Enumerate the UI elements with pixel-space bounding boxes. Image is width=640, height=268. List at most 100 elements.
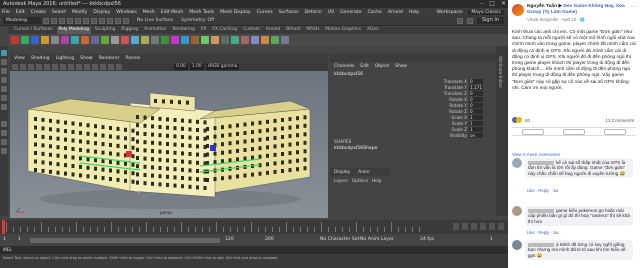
channel-value-field[interactable]: 0 bbox=[469, 90, 483, 96]
new-scene-icon[interactable] bbox=[43, 17, 49, 24]
menu-deform[interactable]: Deform bbox=[305, 10, 322, 15]
go-start-icon[interactable] bbox=[453, 223, 459, 230]
channel-value-field[interactable]: 0 bbox=[469, 102, 483, 108]
current-time-marker[interactable] bbox=[2, 220, 5, 234]
shelf-tab-motion-graphics[interactable]: Motion Graphics bbox=[323, 27, 363, 34]
shelf-tool-icon[interactable] bbox=[41, 36, 49, 44]
snap-point-icon[interactable] bbox=[123, 17, 129, 24]
shelf-tool-icon[interactable] bbox=[51, 36, 59, 44]
shelf-tool-icon[interactable] bbox=[111, 36, 119, 44]
menu-mesh-display[interactable]: Mesh Display bbox=[220, 10, 251, 15]
command-line[interactable]: MEL bbox=[0, 246, 508, 254]
current-frame-field[interactable]: 1 bbox=[490, 237, 493, 242]
attribute-editor-strip[interactable]: Attribute Editor bbox=[496, 46, 508, 216]
layers-menu[interactable]: Layers bbox=[334, 178, 348, 183]
viewport-menu-view[interactable]: View bbox=[14, 56, 25, 61]
menu-mesh[interactable]: Mesh bbox=[143, 10, 155, 15]
poster-name[interactable]: Nguyễn Tuấn bbox=[527, 4, 557, 9]
range-start-field[interactable]: 1 bbox=[3, 237, 6, 242]
shelf-tool-icon[interactable] bbox=[231, 36, 239, 44]
menu-curves[interactable]: Curves bbox=[257, 10, 273, 15]
options-menu[interactable]: Options bbox=[352, 178, 368, 183]
commenter-avatar[interactable] bbox=[512, 158, 522, 168]
textured-icon[interactable] bbox=[84, 63, 90, 70]
like-button[interactable] bbox=[521, 128, 544, 135]
menu-file[interactable]: File bbox=[2, 10, 10, 15]
scale-tool-icon[interactable] bbox=[1, 95, 7, 101]
shelf-tab-curves-surfaces[interactable]: Curves / Surfaces bbox=[12, 27, 55, 34]
range-start2-field[interactable]: 1 bbox=[18, 237, 21, 242]
shelf-tool-icon[interactable] bbox=[81, 36, 89, 44]
channel-value-field[interactable]: 0 bbox=[469, 108, 483, 114]
snap-curve-icon[interactable] bbox=[115, 17, 121, 24]
shelf-tool-icon[interactable] bbox=[171, 36, 179, 44]
shelf-tool-icon[interactable] bbox=[281, 36, 289, 44]
share-button[interactable] bbox=[604, 128, 627, 135]
xray-icon[interactable] bbox=[108, 63, 114, 70]
layout-four-icon[interactable] bbox=[1, 130, 7, 136]
layout-side-icon[interactable] bbox=[1, 139, 7, 145]
shelf-tab-sculpting[interactable]: Sculpting bbox=[93, 27, 118, 34]
commenter-name[interactable] bbox=[528, 208, 554, 213]
select-hierarchy-icon[interactable] bbox=[83, 17, 89, 24]
lasso-tool-icon[interactable] bbox=[1, 59, 7, 65]
viewport-menu-lighting[interactable]: Lighting bbox=[56, 56, 75, 61]
menu-cache[interactable]: Cache bbox=[368, 10, 382, 15]
workspace-value[interactable]: Maya Classic bbox=[468, 9, 504, 15]
shadows-icon[interactable] bbox=[100, 63, 106, 70]
commenter-avatar[interactable] bbox=[512, 240, 522, 250]
shelf-tab-fx-caching[interactable]: FX Caching bbox=[210, 27, 239, 34]
camera-select-icon[interactable] bbox=[12, 63, 18, 70]
shelf-tool-icon[interactable] bbox=[91, 36, 99, 44]
paint-select-icon[interactable] bbox=[1, 68, 7, 74]
fps-dropdown[interactable]: 24 fps bbox=[420, 237, 434, 242]
building-model[interactable] bbox=[10, 71, 328, 218]
live-surface[interactable]: No Live Surface bbox=[137, 18, 173, 23]
symmetry-setting[interactable]: Symmetry: Off bbox=[181, 18, 214, 23]
comment-reply-link[interactable]: Reply bbox=[538, 188, 549, 193]
menu-generate[interactable]: Generate bbox=[340, 10, 361, 15]
mode-dropdown[interactable]: Modeling bbox=[3, 17, 41, 24]
channel-value-field[interactable]: 0 bbox=[469, 96, 483, 102]
anim-layer-dropdown[interactable]: No Anim Layer bbox=[360, 237, 394, 242]
range-mid-field[interactable]: 120 bbox=[225, 237, 234, 242]
shelf-tool-icon[interactable] bbox=[11, 36, 19, 44]
tab-anim[interactable]: Anim bbox=[358, 170, 369, 175]
shelf-tab-arnold[interactable]: Arnold bbox=[264, 27, 282, 34]
commenter-avatar[interactable] bbox=[512, 206, 522, 216]
maximize-button[interactable]: □ bbox=[489, 0, 495, 7]
channel-menu-channels[interactable]: Channels bbox=[334, 64, 354, 69]
comment-like-link[interactable]: Like bbox=[527, 230, 535, 235]
shelf-tab-xgen[interactable]: XGen bbox=[365, 27, 381, 34]
select-component-icon[interactable] bbox=[99, 17, 105, 24]
camera-attr-icon[interactable] bbox=[20, 63, 26, 70]
channel-value-field[interactable]: on bbox=[469, 132, 483, 138]
shelf-tool-icon[interactable] bbox=[151, 36, 159, 44]
minimize-button[interactable]: – bbox=[480, 0, 483, 7]
menu-display[interactable]: Display bbox=[93, 10, 110, 15]
bookmark-icon[interactable] bbox=[28, 63, 34, 70]
film-gate-icon[interactable] bbox=[52, 63, 58, 70]
workspace-selector[interactable]: Workspace: Maya Classic bbox=[437, 9, 504, 15]
play-forward-icon[interactable] bbox=[480, 223, 486, 230]
select-object-icon[interactable] bbox=[91, 17, 97, 24]
selected-object-name[interactable]: kkkbcdpxl56 bbox=[334, 72, 363, 77]
more-options-icon[interactable]: ··· bbox=[630, 4, 636, 10]
character-set-dropdown[interactable]: No Character Set bbox=[320, 237, 359, 242]
channel-value-field[interactable]: 1 bbox=[469, 114, 483, 120]
lights-icon[interactable] bbox=[92, 63, 98, 70]
reactions-count[interactable]: 40 bbox=[525, 118, 530, 123]
menu-edit[interactable]: Edit bbox=[16, 10, 25, 15]
exposure-field[interactable]: 0.00 bbox=[174, 63, 188, 70]
menu-edit-mesh[interactable]: Edit Mesh bbox=[161, 10, 183, 15]
gamma-field[interactable]: 1.00 bbox=[189, 63, 204, 70]
shelf-tool-icon[interactable] bbox=[251, 36, 259, 44]
shelf-tool-icon[interactable] bbox=[31, 36, 39, 44]
range-end-field[interactable]: 200 bbox=[265, 237, 274, 242]
color-space-field[interactable]: sRGB gamma bbox=[205, 63, 240, 70]
save-scene-icon[interactable] bbox=[59, 17, 65, 24]
viewport-menu-panels[interactable]: Panels bbox=[126, 56, 141, 61]
sign-in-button[interactable]: Sign In bbox=[476, 17, 504, 24]
wireframe-icon[interactable] bbox=[68, 63, 74, 70]
channel-value-field[interactable]: 1 bbox=[469, 120, 483, 126]
